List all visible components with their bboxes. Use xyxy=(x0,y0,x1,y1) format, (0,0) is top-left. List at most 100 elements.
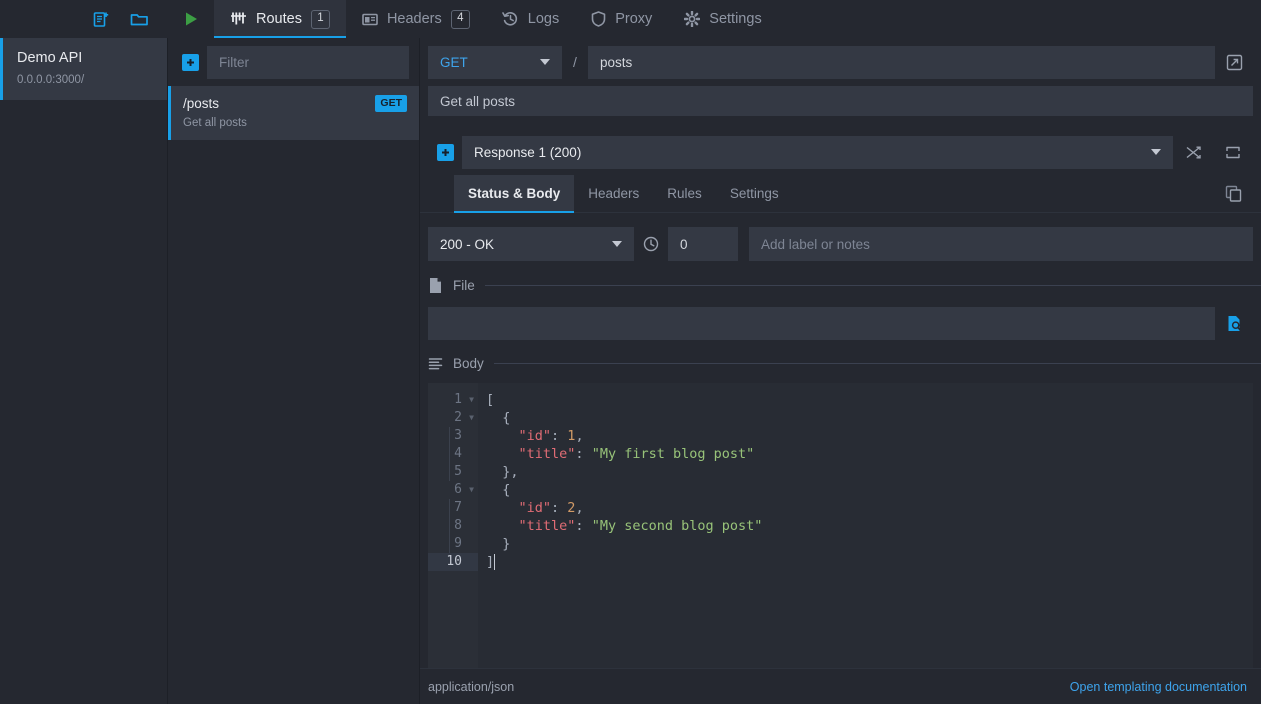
fold-toggle-icon[interactable]: ▼ xyxy=(469,409,474,427)
code-token: }, xyxy=(486,464,519,480)
code-token: "id" xyxy=(519,500,552,516)
latency-input[interactable] xyxy=(668,227,738,261)
sequential-response-button[interactable] xyxy=(1213,145,1253,160)
response-tabs: Status & Body Headers Rules Settings xyxy=(420,175,1261,213)
editor-code-line: "title": "My second blog post" xyxy=(486,517,1253,535)
code-token: "title" xyxy=(519,518,576,534)
environments-sidebar: Demo API 0.0.0.0:3000/ xyxy=(0,38,168,704)
code-token: : xyxy=(551,500,567,516)
file-search-icon xyxy=(1226,315,1243,332)
tab-response-headers-label: Headers xyxy=(588,186,639,201)
copy-icon xyxy=(1225,185,1242,202)
tab-headers[interactable]: Headers 4 xyxy=(346,0,486,38)
status-code-select[interactable]: 200 - OK xyxy=(428,227,634,261)
editor-line-number: 6▼ xyxy=(428,481,478,499)
endpoint-input[interactable] xyxy=(588,46,1215,79)
tab-logs[interactable]: Logs xyxy=(486,0,575,38)
code-token: : xyxy=(551,428,567,444)
editor-line-number: 7 xyxy=(428,499,478,517)
tab-headers-badge: 4 xyxy=(451,10,470,29)
editor-code-line: [ xyxy=(486,391,1253,409)
templating-documentation-link[interactable]: Open templating documentation xyxy=(1070,680,1247,694)
route-documentation-input[interactable]: Get all posts xyxy=(428,86,1253,116)
mime-type-label: application/json xyxy=(428,680,514,694)
play-icon xyxy=(184,11,199,27)
editor-code-line: "id": 2, xyxy=(486,499,1253,517)
new-environment-icon[interactable] xyxy=(84,0,118,38)
code-token: { xyxy=(486,482,510,498)
open-environment-icon[interactable] xyxy=(122,0,156,38)
body-section-title: Body xyxy=(453,356,484,371)
tab-proxy-label: Proxy xyxy=(615,11,652,27)
tab-response-settings[interactable]: Settings xyxy=(716,175,793,212)
tab-status-and-body[interactable]: Status & Body xyxy=(454,175,574,212)
file-section-header: File xyxy=(428,277,1261,294)
route-description: Get all posts xyxy=(183,117,407,129)
code-token: , xyxy=(575,500,583,516)
tab-proxy[interactable]: Proxy xyxy=(575,0,668,38)
response-select[interactable]: Response 1 (200) xyxy=(462,136,1173,169)
open-in-browser-button[interactable] xyxy=(1215,54,1253,71)
route-list-item-posts[interactable]: /posts GET Get all posts xyxy=(168,86,419,140)
routes-filter-input[interactable] xyxy=(207,46,409,79)
random-response-button[interactable] xyxy=(1173,145,1213,160)
plus-icon xyxy=(185,57,196,68)
tab-response-headers[interactable]: Headers xyxy=(574,175,653,212)
code-token xyxy=(486,518,519,534)
code-token: : xyxy=(575,446,591,462)
body-section-rule xyxy=(494,363,1261,364)
code-token: "id" xyxy=(519,428,552,444)
chevron-down-icon xyxy=(612,241,622,247)
file-path-input[interactable] xyxy=(428,307,1215,340)
code-token: { xyxy=(486,410,510,426)
environment-url: 0.0.0.0:3000/ xyxy=(17,74,153,86)
route-editor-main: GET / Get all posts xyxy=(420,38,1261,704)
code-token: : xyxy=(575,518,591,534)
http-method-value: GET xyxy=(440,55,468,70)
file-section-title: File xyxy=(453,278,475,293)
duplicate-response-button[interactable] xyxy=(1213,175,1253,212)
fold-toggle-icon[interactable]: ▼ xyxy=(469,391,474,409)
tab-response-rules[interactable]: Rules xyxy=(653,175,716,212)
top-toolbar: Routes 1 Headers 4 Logs xyxy=(0,0,1261,38)
tab-settings[interactable]: Settings xyxy=(668,0,777,38)
folder-icon xyxy=(130,11,149,28)
chevron-down-icon xyxy=(540,59,550,65)
body-code-editor[interactable]: 1▼2▼3456▼78910 [ { "id": 1, "title": "My… xyxy=(428,383,1253,668)
mockoon-window: Routes 1 Headers 4 Logs xyxy=(0,0,1261,704)
headers-icon xyxy=(362,12,378,27)
code-token xyxy=(486,428,519,444)
add-route-button[interactable] xyxy=(182,54,199,71)
route-method-badge: GET xyxy=(375,95,407,112)
editor-code-line: "id": 1, xyxy=(486,427,1253,445)
add-response-button[interactable] xyxy=(437,144,454,161)
body-section-header: Body xyxy=(428,356,1261,371)
tab-status-and-body-label: Status & Body xyxy=(468,186,560,201)
editor-line-number: 8 xyxy=(428,517,478,535)
editor-code-area[interactable]: [ { "id": 1, "title": "My first blog pos… xyxy=(478,383,1253,668)
tab-headers-label: Headers xyxy=(387,11,442,27)
fold-toggle-icon[interactable]: ▼ xyxy=(469,481,474,499)
editor-code-line: } xyxy=(486,535,1253,553)
file-section-rule xyxy=(485,285,1261,286)
plus-icon xyxy=(440,147,451,158)
tab-routes[interactable]: Routes 1 xyxy=(214,0,346,38)
editor-code-line: }, xyxy=(486,463,1253,481)
editor-line-number: 5 xyxy=(428,463,478,481)
routes-panel: /posts GET Get all posts xyxy=(168,38,420,704)
editor-code-line: { xyxy=(486,409,1253,427)
environment-name: Demo API xyxy=(17,50,153,66)
environment-item-demo-api[interactable]: Demo API 0.0.0.0:3000/ xyxy=(0,38,167,100)
http-method-select[interactable]: GET xyxy=(428,46,562,79)
settings-icon xyxy=(684,11,700,27)
browse-file-button[interactable] xyxy=(1215,307,1253,340)
editor-line-number: 2▼ xyxy=(428,409,478,427)
code-token xyxy=(486,500,519,516)
start-server-button[interactable] xyxy=(168,0,214,38)
route-path: /posts xyxy=(183,96,219,111)
tabs-spacer xyxy=(793,175,1213,212)
route-documentation-value: Get all posts xyxy=(440,94,515,109)
response-label-input[interactable] xyxy=(749,227,1253,261)
tab-response-settings-label: Settings xyxy=(730,186,779,201)
editor-code-line: { xyxy=(486,481,1253,499)
